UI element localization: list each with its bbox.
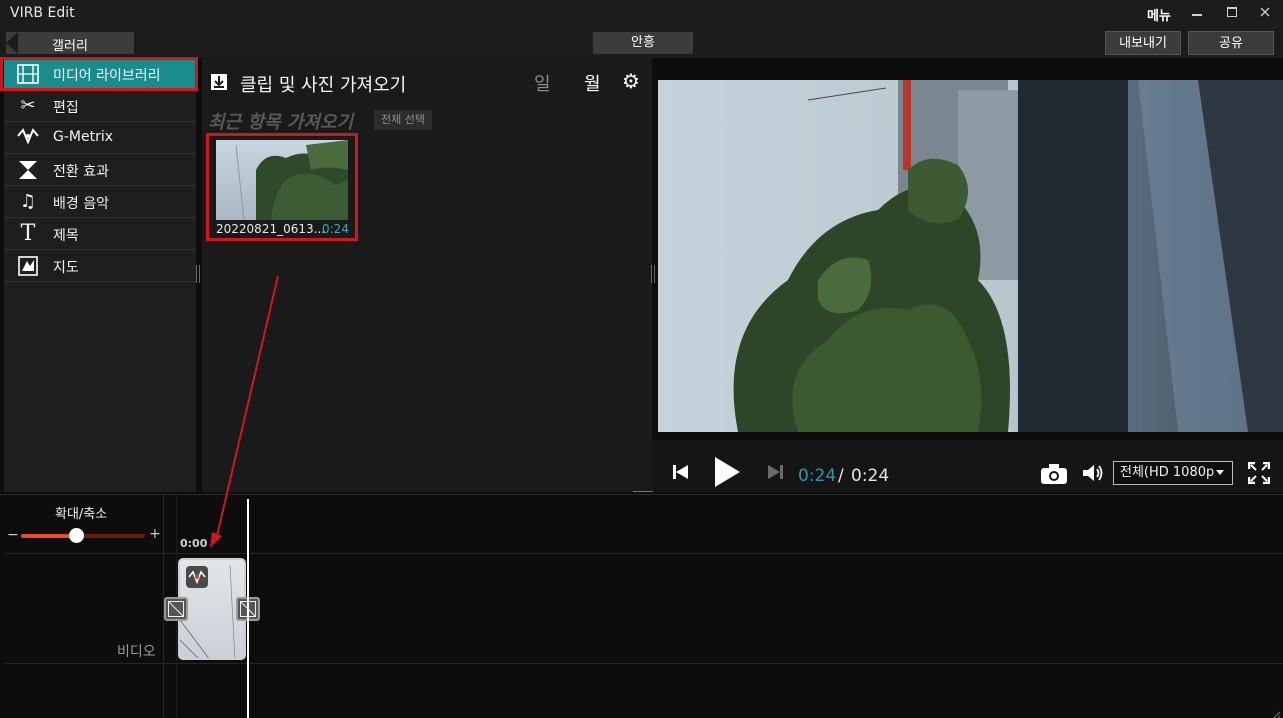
resize-grip-icon[interactable] (1271, 706, 1281, 718)
annotation-arrow (210, 275, 279, 548)
